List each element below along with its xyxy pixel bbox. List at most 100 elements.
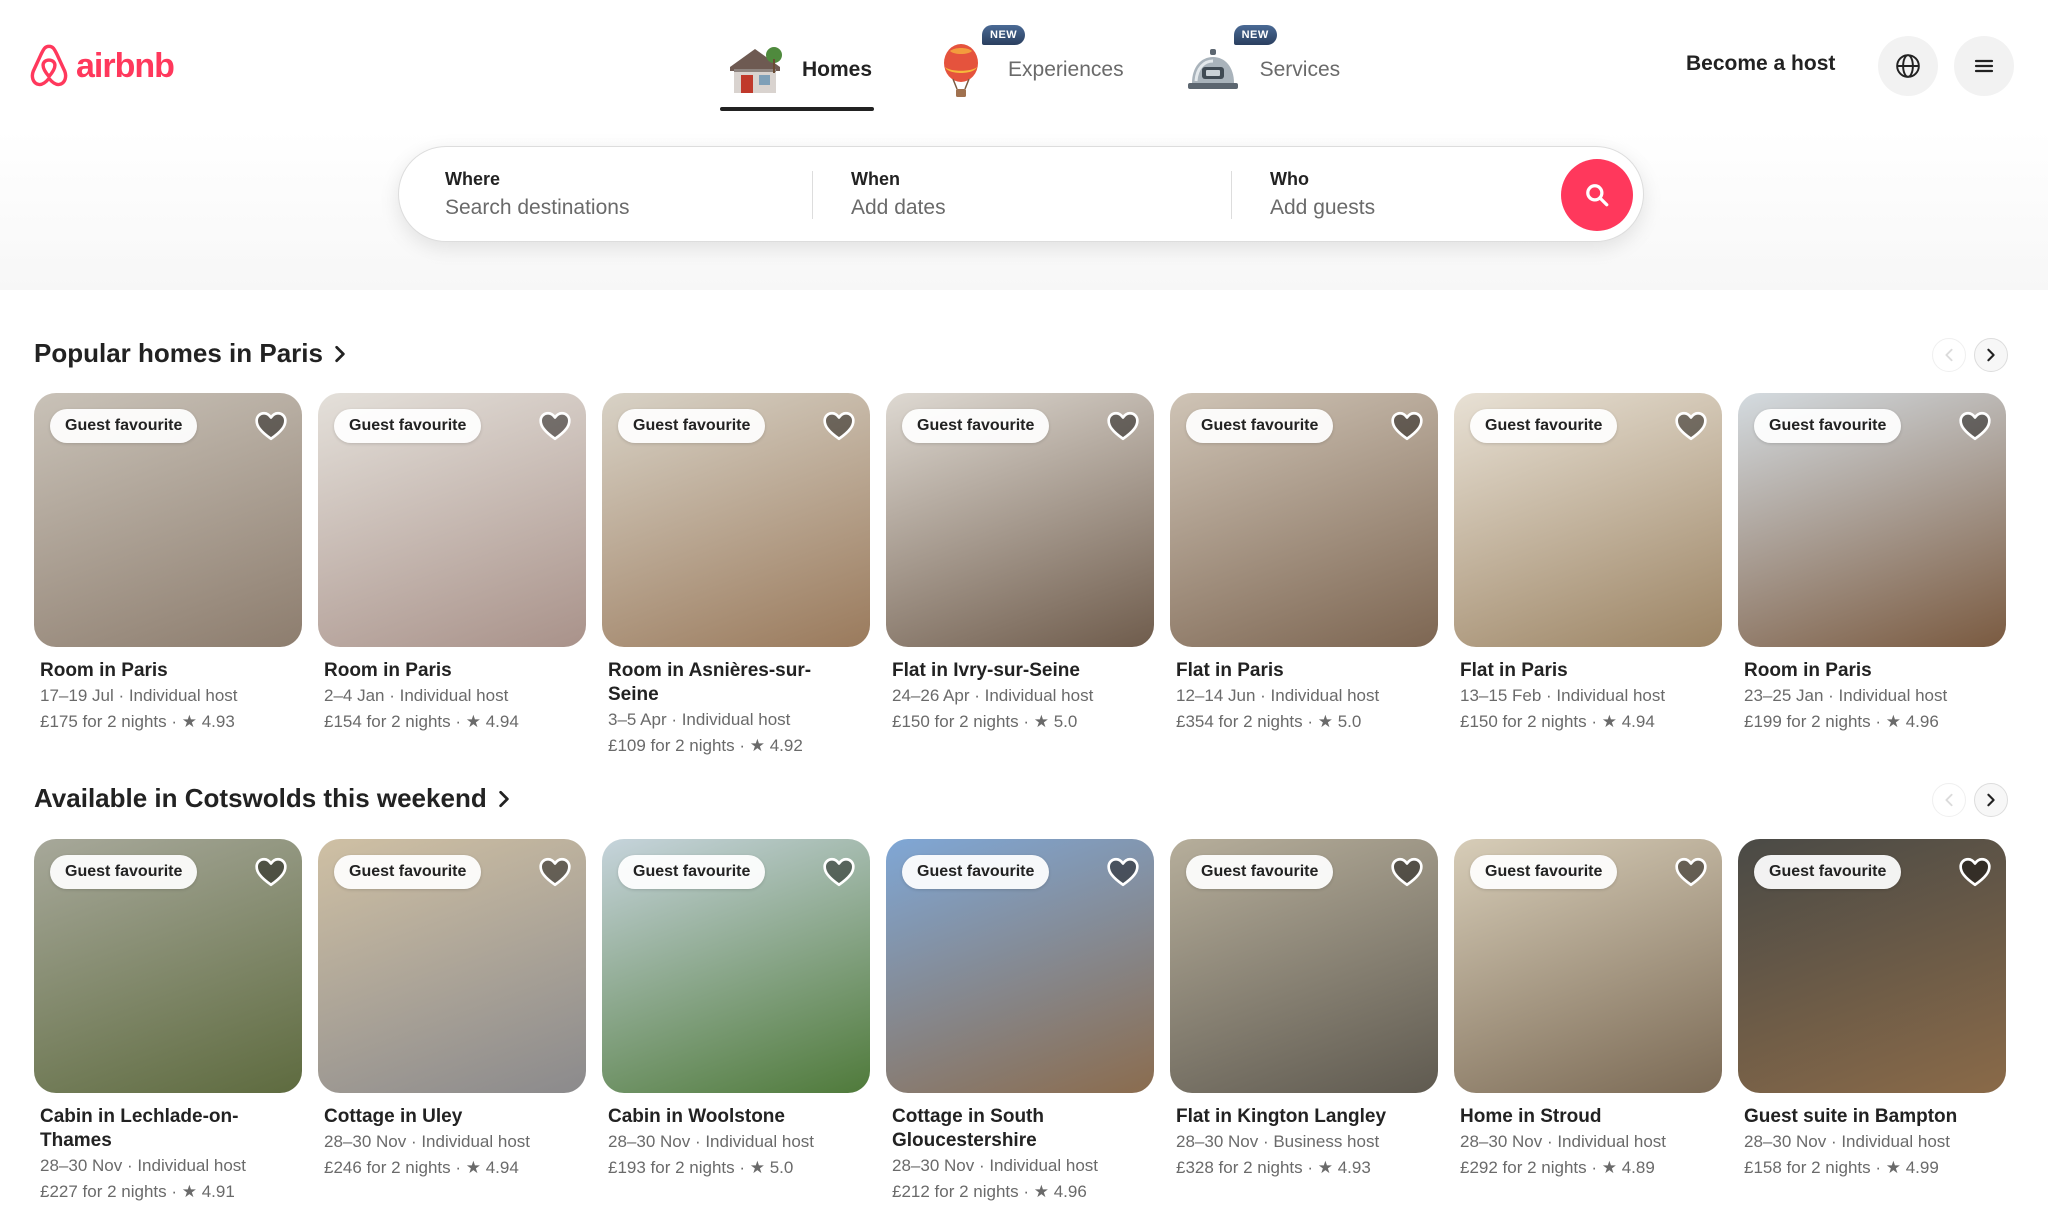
listing-price-rating: £154 for 2 nights · ★ 4.94 [324,712,519,731]
when-field[interactable]: When [851,169,1191,220]
heart-icon[interactable] [254,409,288,443]
search-divider [812,171,813,219]
listing-photo[interactable]: Guest favourite [1170,839,1438,1093]
listing-card[interactable]: Guest favourite Flat in Paris 12–14 Jun · … [1170,393,1438,735]
scroll-left-button[interactable] [1932,338,1966,372]
section-title-text: Popular homes in Paris [34,338,323,368]
listing-photo[interactable]: Guest favourite [602,839,870,1093]
listing-title: Room in Paris [40,660,168,681]
listing-photo[interactable]: Guest favourite [34,839,302,1093]
heart-icon[interactable] [1390,855,1424,889]
dates-input[interactable] [851,196,1191,220]
destination-input[interactable] [445,196,785,220]
heart-icon[interactable] [1390,409,1424,443]
airbnb-logo[interactable]: airbnb [28,42,175,90]
listing-dates-host: 12–14 Jun · Individual host [1176,686,1380,705]
heart-icon[interactable] [1106,409,1140,443]
guest-favourite-badge: Guest favourite [1754,855,1902,889]
tab-homes[interactable]: Homes [720,30,875,111]
listing-photo[interactable]: Guest favourite [602,393,870,647]
listing-card[interactable]: Guest favourite Room in Asnières-sur-Sein… [602,393,870,759]
listing-card[interactable]: Guest favourite Flat in Ivry-sur-Seine 24–… [886,393,1154,735]
chevron-left-icon [1945,348,1953,362]
heart-icon[interactable] [538,855,572,889]
tab-services[interactable]: Services NEW [1178,25,1343,110]
scroll-left-button[interactable] [1932,783,1966,817]
tab-experiences-label: Experiences [1008,58,1124,81]
tab-homes-label: Homes [802,58,873,81]
heart-icon[interactable] [1958,855,1992,889]
listing-card[interactable]: Guest favourite Cottage in South Gloucest… [886,839,1154,1205]
heart-icon[interactable] [1674,409,1708,443]
listing-photo[interactable]: Guest favourite [1738,839,2006,1093]
chevron-right-icon [1987,348,1995,362]
listing-card[interactable]: Guest favourite Flat in Paris 13–15 Feb · … [1454,393,1722,735]
listing-photo[interactable]: Guest favourite [1738,393,2006,647]
listing-card[interactable]: Guest favourite Room in Paris 17–19 Jul · … [34,393,302,735]
listing-price-rating: £158 for 2 nights · ★ 4.99 [1744,1158,1939,1177]
listing-card[interactable]: Guest favourite Home in Stroud 28–30 Nov ·… [1454,839,1722,1181]
listing-card[interactable]: Guest favourite Cabin in Lechlade-on-Tham… [34,839,302,1205]
listing-price-rating: £150 for 2 nights · ★ 5.0 [892,712,1078,731]
tab-experiences[interactable]: Experiences NEW [926,25,1126,110]
listing-price-rating: £292 for 2 nights · ★ 4.89 [1460,1158,1655,1177]
guest-favourite-badge: Guest favourite [1470,855,1618,889]
heart-icon[interactable] [1674,855,1708,889]
listing-card[interactable]: Guest favourite Flat in Kington Langley 28… [1170,839,1438,1181]
listing-dates-host: 28–30 Nov · Business host [1176,1132,1380,1151]
house-icon [730,47,782,93]
chevron-right-icon [1987,793,1995,807]
listing-photo[interactable]: Guest favourite [1454,393,1722,647]
listing-card[interactable]: Guest favourite Cabin in Woolstone 28–30 N… [602,839,870,1181]
listing-card[interactable]: Guest favourite Guest suite in Bampton 28–… [1738,839,2006,1181]
who-field[interactable]: Who [1270,169,1530,220]
listing-price-rating: £193 for 2 nights · ★ 5.0 [608,1158,794,1177]
globe-icon [1896,54,1920,78]
search-button[interactable] [1561,159,1633,231]
listing-title: Cottage in Uley [324,1106,463,1127]
listing-price-rating: £212 for 2 nights · ★ 4.96 [892,1182,1087,1201]
heart-icon[interactable] [1958,409,1992,443]
search-bar: Where When Who [398,146,1644,242]
tab-services-label: Services [1259,58,1341,81]
listing-photo[interactable]: Guest favourite [318,839,586,1093]
heart-icon[interactable] [822,855,856,889]
listing-row-cotswolds: Guest favourite Cabin in Lechlade-on-Tham… [34,839,2008,1201]
listing-card[interactable]: Guest favourite Cottage in Uley 28–30 Nov … [318,839,586,1181]
listing-price-rating: £175 for 2 nights · ★ 4.93 [40,712,235,731]
guest-favourite-badge: Guest favourite [1754,409,1902,443]
listing-photo[interactable]: Guest favourite [1170,393,1438,647]
section-title-popular-paris[interactable]: Popular homes in Paris [34,338,347,369]
listing-photo[interactable]: Guest favourite [886,393,1154,647]
scroll-right-button[interactable] [1974,783,2008,817]
guests-input[interactable] [1270,196,1530,220]
guest-favourite-badge: Guest favourite [902,855,1050,889]
heart-icon[interactable] [254,855,288,889]
heart-icon[interactable] [538,409,572,443]
guest-favourite-badge: Guest favourite [1186,855,1334,889]
listing-card[interactable]: Guest favourite Room in Paris 23–25 Jan · … [1738,393,2006,735]
listing-dates-host: 28–30 Nov · Individual host [608,1132,815,1151]
listing-photo[interactable]: Guest favourite [318,393,586,647]
listing-photo[interactable]: Guest favourite [34,393,302,647]
listing-title: Room in Paris [324,660,452,681]
scroll-right-button[interactable] [1974,338,2008,372]
new-badge: NEW [1233,25,1277,45]
listing-title: Room in Asnières-sur-Seine [608,660,812,705]
where-field[interactable]: Where [445,169,785,220]
guest-favourite-badge: Guest favourite [50,409,198,443]
listing-photo[interactable]: Guest favourite [886,839,1154,1093]
listing-dates-host: 28–30 Nov · Individual host [1744,1132,1951,1151]
heart-icon[interactable] [822,409,856,443]
main-menu-button[interactable] [1954,36,2014,96]
chevron-left-icon [1945,793,1953,807]
listing-title: Room in Paris [1744,660,1872,681]
language-button[interactable] [1878,36,1938,96]
listing-card[interactable]: Guest favourite Room in Paris 2–4 Jan · In… [318,393,586,735]
guest-favourite-badge: Guest favourite [334,855,482,889]
section-title-cotswolds[interactable]: Available in Cotswolds this weekend [34,783,511,814]
become-a-host-link[interactable]: Become a host [1686,52,1835,76]
listing-photo[interactable]: Guest favourite [1454,839,1722,1093]
heart-icon[interactable] [1106,855,1140,889]
listing-dates-host: 28–30 Nov · Individual host [1460,1132,1667,1151]
